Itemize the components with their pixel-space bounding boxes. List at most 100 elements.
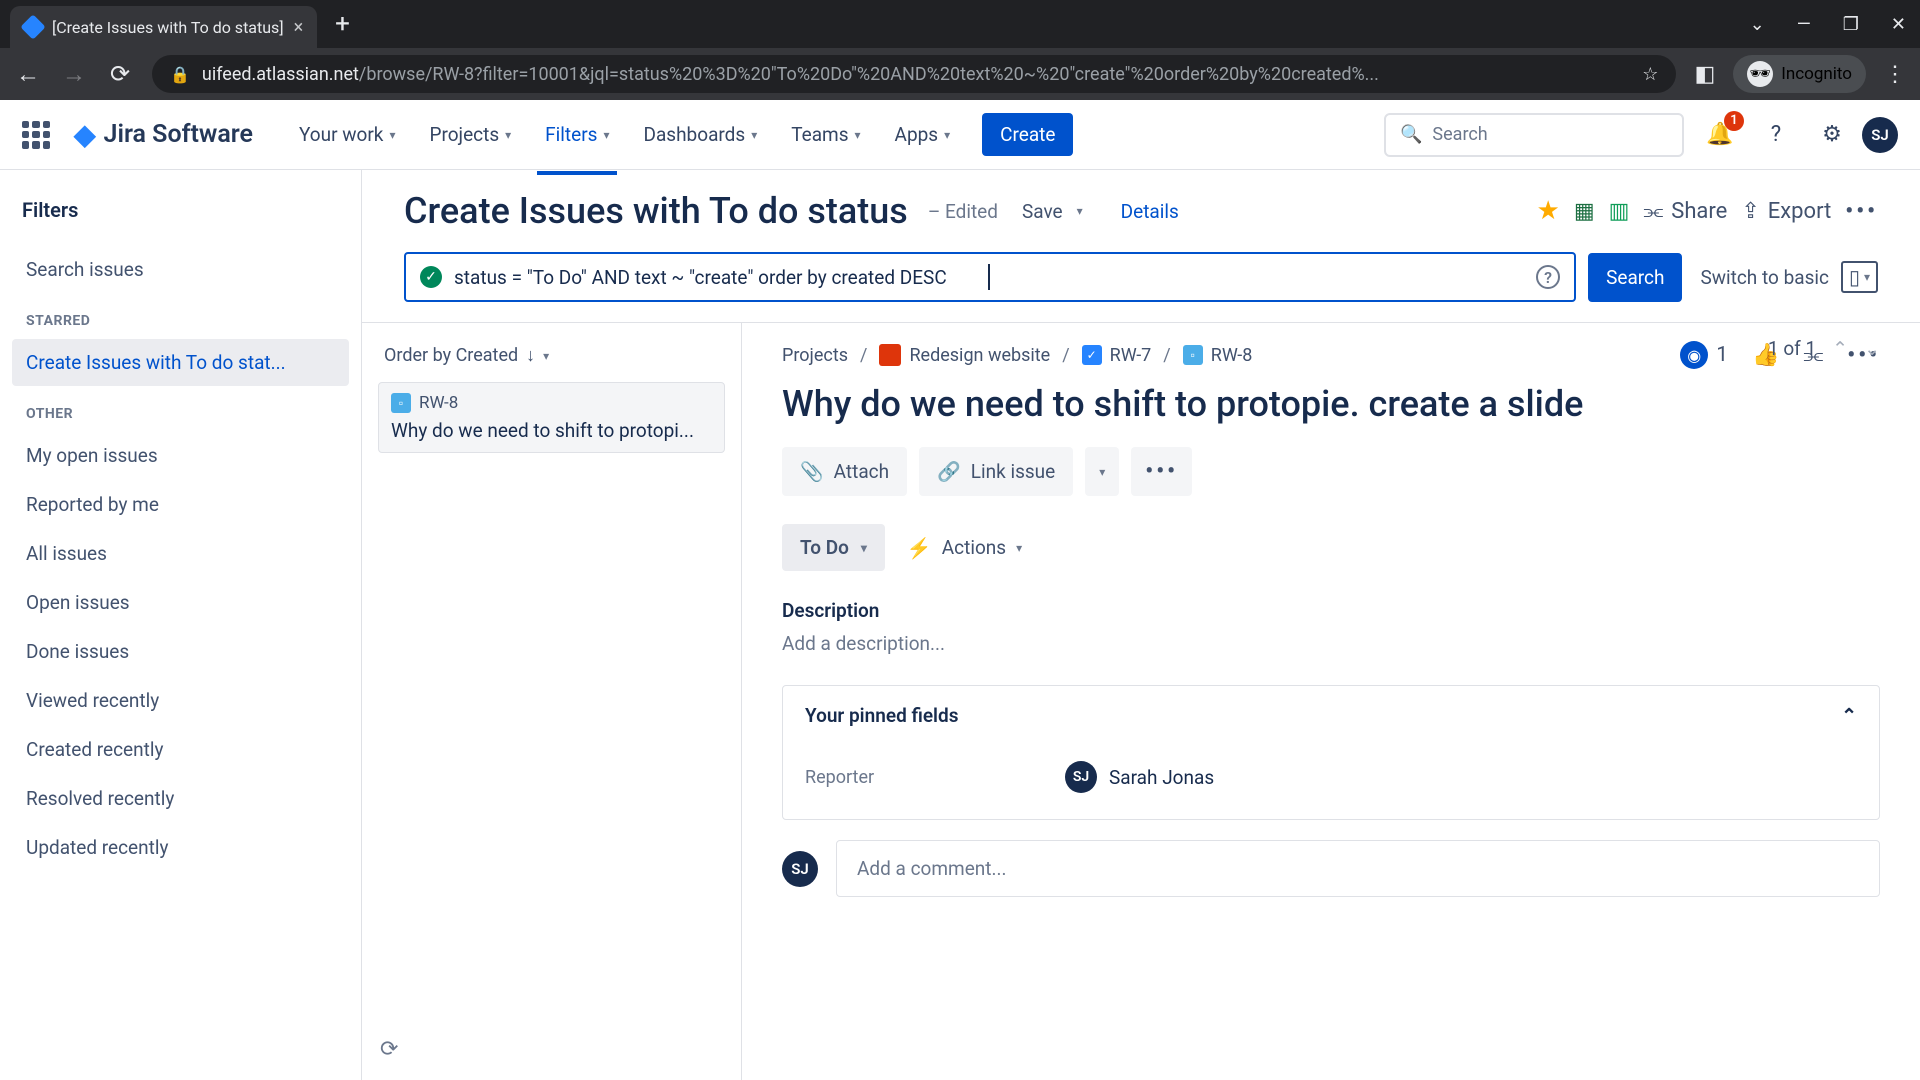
share-button[interactable]: ⫘Share [1643,199,1727,224]
more-actions-icon[interactable]: ••• [1845,199,1878,224]
reporter-name: Sarah Jonas [1109,766,1214,789]
save-button[interactable]: Save [1022,200,1063,223]
issue-list-item[interactable]: ▫ RW-8 Why do we need to shift to protop… [378,382,725,453]
nav-projects[interactable]: Projects▾ [417,115,523,154]
pinned-fields-panel: Your pinned fields ⌃ Reporter SJ Sarah J… [782,685,1880,820]
create-button[interactable]: Create [982,113,1073,156]
sidebar-viewed-recently[interactable]: Viewed recently [12,677,349,724]
refresh-icon[interactable]: ⟳ [380,1037,398,1062]
chevron-down-icon: ▾ [751,128,757,142]
reload-button[interactable]: ⟳ [106,60,134,88]
export-button[interactable]: ⇪Export [1741,199,1831,224]
back-button[interactable]: ← [14,60,42,89]
star-filter-icon[interactable]: ★ [1537,196,1560,226]
close-window-icon[interactable]: ✕ [1891,14,1906,35]
sidebar-search-issues[interactable]: Search issues [12,246,349,293]
next-issue-icon[interactable]: ⌄ [1864,337,1880,360]
sidebar-created-recently[interactable]: Created recently [12,726,349,773]
jira-logo[interactable]: ◆ Jira Software [74,118,253,151]
browser-tab-strip: [Create Issues with To do status] × + ⌄ … [0,0,1920,48]
breadcrumb-projects[interactable]: Projects [782,345,848,366]
profile-avatar[interactable]: SJ [1862,117,1898,153]
save-dropdown-icon[interactable]: ▾ [1077,204,1083,218]
sidebar-my-open-issues[interactable]: My open issues [12,432,349,479]
order-by-dropdown[interactable]: Order by Created ↓ ▾ [366,337,737,374]
subtask-type-icon: ▫ [391,393,411,413]
help-icon: ? [1771,122,1781,147]
sidebar-resolved-recently[interactable]: Resolved recently [12,775,349,822]
close-tab-icon[interactable]: × [294,17,304,38]
add-more-button[interactable]: ••• [1131,447,1192,496]
forward-button[interactable]: → [60,60,88,89]
filter-title[interactable]: Create Issues with To do status [404,190,908,232]
bookmark-star-icon[interactable]: ☆ [1642,64,1658,85]
search-icon: 🔍 [1400,124,1422,145]
link-issue-button[interactable]: 🔗Link issue [919,447,1073,496]
description-label: Description [782,599,1880,622]
chevron-down-icon: ▾ [603,128,609,142]
chevron-down-icon: ▾ [944,128,950,142]
minimize-icon[interactable]: — [1797,14,1811,35]
sidebar-done-issues[interactable]: Done issues [12,628,349,675]
pinned-fields-header[interactable]: Your pinned fields ⌃ [783,686,1879,745]
incognito-badge[interactable]: 🕶 Incognito [1733,55,1866,93]
chevron-down-icon: ▾ [855,128,861,142]
breadcrumb-project[interactable]: Redesign website [879,344,1050,366]
app-switcher-icon[interactable] [22,121,50,149]
tab-title: [Create Issues with To do status] [52,18,284,37]
browser-menu-icon[interactable]: ⋮ [1884,62,1906,87]
actions-dropdown[interactable]: ⚡Actions▾ [907,536,1022,560]
nav-apps[interactable]: Apps▾ [883,115,963,154]
layout-icon: ▯ [1849,265,1860,289]
watch-button[interactable]: ◉1 [1680,341,1728,369]
issue-title[interactable]: Why do we need to shift to protopie. cre… [782,383,1880,425]
jql-help-icon[interactable]: ? [1536,265,1560,289]
prev-issue-icon[interactable]: ⌃ [1832,337,1848,360]
excel-export-icon[interactable]: ▦ [1574,199,1595,224]
jira-top-nav: ◆ Jira Software Your work▾ Projects▾ Fil… [0,100,1920,170]
extensions-icon[interactable]: ◧ [1694,62,1715,87]
sidebar-all-issues[interactable]: All issues [12,530,349,577]
tab-dropdown-icon[interactable]: ⌄ [1750,14,1765,35]
status-dropdown[interactable]: To Do▾ [782,524,885,571]
nav-dashboards[interactable]: Dashboards▾ [631,115,769,154]
layout-toggle[interactable]: ▯▾ [1841,261,1878,293]
reporter-field[interactable]: Reporter SJ Sarah Jonas [805,753,1857,801]
edited-indicator: – Edited [928,200,998,223]
project-avatar-icon [879,344,901,366]
url-text: uifeed.atlassian.net/browse/RW-8?filter=… [202,64,1630,85]
notifications-button[interactable]: 🔔 1 [1700,115,1740,155]
maximize-icon[interactable]: ❐ [1843,14,1859,35]
nav-filters[interactable]: Filters▾ [533,115,621,154]
export-icon: ⇪ [1741,199,1759,224]
breadcrumb-issue[interactable]: ▫RW-8 [1183,345,1253,366]
nav-your-work[interactable]: Your work▾ [287,115,407,154]
link-dropdown-button[interactable]: ▾ [1085,447,1119,496]
incognito-icon: 🕶 [1747,61,1773,87]
nav-teams[interactable]: Teams▾ [779,115,872,154]
jql-valid-icon: ✓ [420,266,442,288]
sidebar-reported-by-me[interactable]: Reported by me [12,481,349,528]
description-field[interactable]: Add a description... [782,632,1880,655]
sheets-export-icon[interactable]: ▥ [1609,199,1630,224]
help-button[interactable]: ? [1756,115,1796,155]
sidebar-starred-item[interactable]: Create Issues with To do stat... [12,339,349,386]
sidebar-open-issues[interactable]: Open issues [12,579,349,626]
address-bar[interactable]: 🔒 uifeed.atlassian.net/browse/RW-8?filte… [152,55,1676,93]
search-button[interactable]: Search [1588,253,1682,302]
pagination: 1 of 1 ⌃ ⌄ [1768,337,1880,360]
browser-tab[interactable]: [Create Issues with To do status] × [10,6,317,48]
settings-button[interactable]: ⚙ [1812,115,1852,155]
comment-input[interactable]: Add a comment... [836,840,1880,897]
reporter-avatar: SJ [1065,761,1097,793]
breadcrumb-parent[interactable]: ✓RW-7 [1082,345,1152,366]
attach-button[interactable]: 📎Attach [782,447,907,496]
global-search-input[interactable]: 🔍 Search [1384,113,1684,157]
switch-to-basic-link[interactable]: Switch to basic [1700,266,1828,289]
details-link[interactable]: Details [1121,200,1179,223]
chevron-down-icon: ▾ [1099,465,1105,479]
link-icon: 🔗 [937,460,961,483]
sidebar-updated-recently[interactable]: Updated recently [12,824,349,871]
jql-input[interactable]: ✓ status = "To Do" AND text ~ "create" o… [404,252,1576,302]
new-tab-button[interactable]: + [335,9,350,39]
